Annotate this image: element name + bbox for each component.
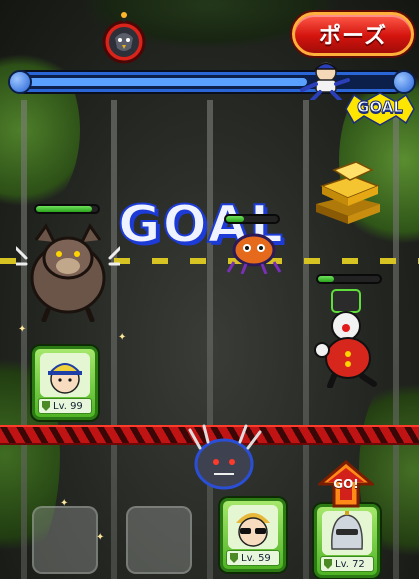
unit-level-badge: Lv. 59 <box>226 550 280 566</box>
battle-field: ポーズ GOAL GOAL Lv. 99 Lv. 59 Lv. 72 GO! ✦… <box>0 0 419 579</box>
unit-level-text: Lv. 59 <box>241 552 271 564</box>
unit-level-badge: Lv. 99 <box>38 398 92 414</box>
goal-badge-label: GOAL <box>357 98 404 117</box>
goal-badge: GOAL <box>342 92 418 126</box>
lane-divider <box>207 100 213 579</box>
unit-level-badge: Lv. 72 <box>320 556 374 572</box>
empty-unit-slot[interactable] <box>126 506 192 574</box>
armored-knight-portrait <box>322 511 372 555</box>
unit-card-armored-knight[interactable]: Lv. 72 <box>314 504 380 578</box>
progress-end-knob <box>392 70 416 94</box>
sunglasses-player-portrait <box>228 505 278 549</box>
clown-robot-hp-bar <box>316 274 382 284</box>
stage-progress-fill <box>20 78 307 86</box>
left-upper-foliage <box>0 40 80 220</box>
werewolf-hp-fill <box>36 206 92 212</box>
crab-monster-enemy-icon[interactable] <box>224 228 284 274</box>
shield-icon <box>42 401 50 411</box>
clown-robot-hp-fill <box>318 276 334 282</box>
baseball-player-portrait <box>40 353 90 397</box>
lane-divider <box>393 100 399 579</box>
werewolf-hp-bar <box>34 204 100 214</box>
bomb-crow-icon <box>102 12 146 64</box>
clown-robot-enemy-icon[interactable] <box>312 288 386 388</box>
crab-monster-hp-bar <box>224 214 280 224</box>
shield-icon <box>230 553 238 563</box>
unit-card-baseball-player[interactable]: Lv. 99 <box>32 346 98 420</box>
lane-divider <box>111 100 117 579</box>
sparkle-icon: ✦ <box>18 324 27 335</box>
empty-unit-slot[interactable] <box>32 506 98 574</box>
werewolf-enemy-icon[interactable] <box>16 218 120 322</box>
sparkle-icon: ✦ <box>60 498 69 509</box>
shield-icon <box>324 559 332 569</box>
unit-level-text: Lv. 99 <box>53 400 83 412</box>
pause-button[interactable]: ポーズ <box>292 12 414 56</box>
go-button[interactable]: GO! <box>315 460 377 508</box>
go-button-label: GO! <box>333 477 359 491</box>
unit-level-text: Lv. 72 <box>335 558 365 570</box>
goal-banner-text: GOAL <box>117 195 285 255</box>
gold-bars-item-icon <box>316 161 381 224</box>
crab-monster-hp-fill <box>226 216 245 222</box>
unit-card-sunglasses-player[interactable]: Lv. 59 <box>220 498 286 572</box>
sparkle-icon: ✦ <box>96 532 105 543</box>
sparkle-icon: ✦ <box>118 332 127 343</box>
progress-start-knob <box>8 70 32 94</box>
lane-divider <box>21 100 27 579</box>
dark-beast-enemy-icon[interactable] <box>186 424 264 494</box>
